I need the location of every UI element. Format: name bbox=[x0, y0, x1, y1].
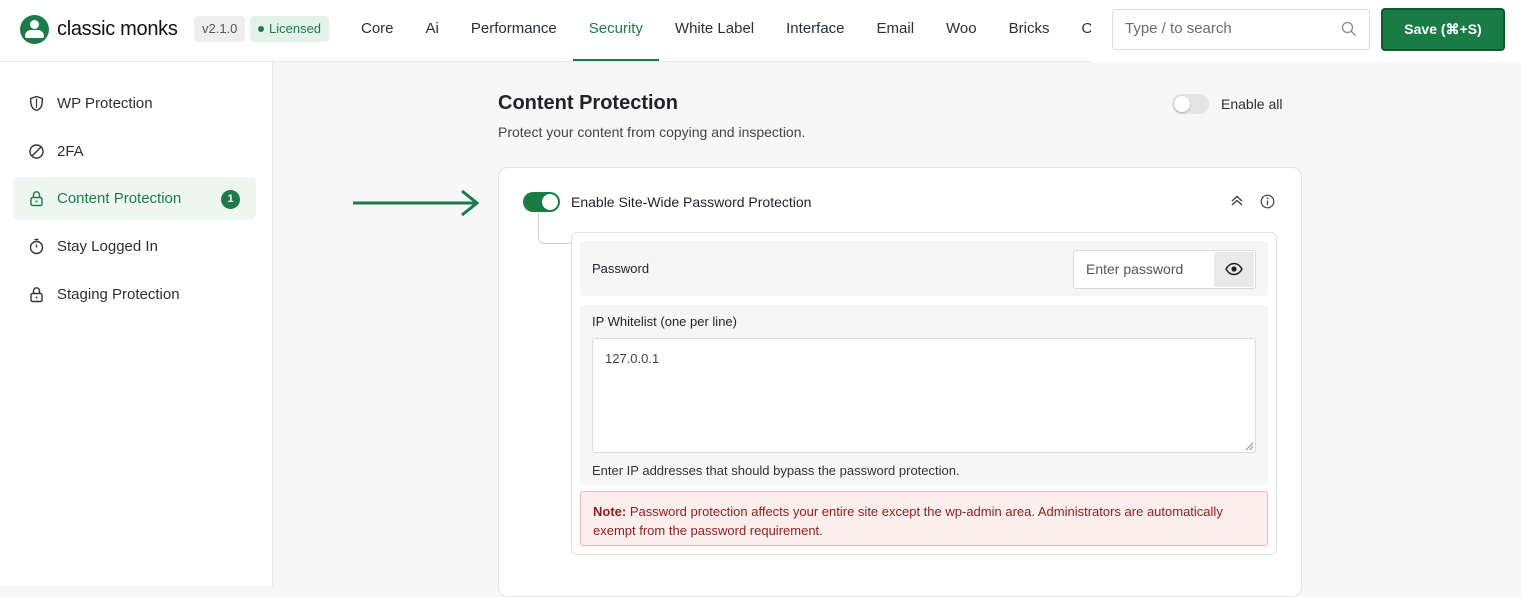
sidebar-item-wp-protection[interactable]: WP Protection bbox=[13, 82, 256, 125]
tab-ai[interactable]: Ai bbox=[410, 0, 455, 61]
lock-icon bbox=[30, 287, 43, 303]
note-text: Password protection affects your entire … bbox=[593, 504, 1223, 538]
sidebar-item-staging-protection[interactable]: Staging Protection bbox=[13, 273, 256, 316]
tab-interface[interactable]: Interface bbox=[770, 0, 860, 61]
sidebar-item-2fa[interactable]: 2FA bbox=[13, 130, 256, 173]
note-prefix: Note: bbox=[593, 504, 627, 519]
sidebar-item-label: WP Protection bbox=[57, 95, 153, 112]
license-badge: Licensed bbox=[250, 16, 330, 42]
monk-logo-icon bbox=[20, 15, 49, 44]
page-title: Content Protection bbox=[498, 92, 678, 114]
lock-icon bbox=[30, 191, 43, 207]
status-dot-icon bbox=[258, 25, 264, 32]
warning-note: Note: Password protection affects your e… bbox=[580, 491, 1268, 546]
sidebar-item-label: Staging Protection bbox=[57, 286, 180, 303]
pointer-arrow-icon bbox=[353, 189, 480, 217]
enable-all-toggle[interactable] bbox=[1172, 94, 1209, 114]
info-icon[interactable] bbox=[1260, 194, 1275, 209]
sidebar-item-label: Content Protection bbox=[57, 190, 182, 207]
tab-security[interactable]: Security bbox=[572, 0, 659, 61]
password-label: Password bbox=[592, 261, 650, 276]
version-badge: v2.1.0 bbox=[194, 16, 246, 42]
slash-circle-icon bbox=[29, 144, 44, 159]
tab-bricks[interactable]: Bricks bbox=[993, 0, 1066, 61]
sidebar-item-label: Stay Logged In bbox=[57, 238, 158, 255]
page-subtitle: Protect your content from copying and in… bbox=[498, 124, 806, 140]
show-password-button[interactable] bbox=[1214, 252, 1254, 287]
stopwatch-icon bbox=[29, 238, 44, 255]
license-label: Licensed bbox=[269, 21, 322, 36]
shield-icon bbox=[29, 95, 44, 112]
search-box bbox=[1112, 9, 1370, 50]
top-header: classic monks v2.1.0 Licensed Core Ai Perf… bbox=[0, 0, 1521, 62]
chevron-up-icon[interactable] bbox=[1230, 194, 1244, 208]
ip-whitelist-help: Enter IP addresses that should bypass th… bbox=[592, 463, 960, 478]
tab-core[interactable]: Core bbox=[345, 0, 410, 61]
brand-logo[interactable]: classic monks bbox=[20, 15, 178, 44]
tab-email[interactable]: Email bbox=[861, 0, 931, 61]
ip-whitelist-textarea[interactable]: 127.0.0.1 bbox=[592, 338, 1256, 453]
site-password-label: Enable Site-Wide Password Protection bbox=[571, 194, 812, 210]
save-button[interactable]: Save (⌘+S) bbox=[1381, 8, 1505, 51]
site-password-toggle[interactable] bbox=[523, 192, 560, 212]
tab-optimization[interactable]: Optimization bbox=[1065, 0, 1091, 61]
ip-whitelist-label: IP Whitelist (one per line) bbox=[592, 314, 737, 329]
count-badge: 1 bbox=[221, 190, 240, 209]
eye-icon bbox=[1225, 262, 1243, 276]
brand-name: classic monks bbox=[57, 18, 178, 40]
resize-handle-icon[interactable] bbox=[1244, 441, 1254, 451]
enable-all-label: Enable all bbox=[1221, 96, 1283, 112]
search-icon[interactable] bbox=[1341, 21, 1357, 37]
password-field bbox=[1073, 250, 1256, 289]
search-input[interactable] bbox=[1125, 20, 1335, 37]
tab-woo[interactable]: Woo bbox=[930, 0, 993, 61]
tree-connector bbox=[538, 213, 572, 244]
enable-all-control[interactable]: Enable all bbox=[1172, 94, 1283, 114]
main-nav: Core Ai Performance Security White Label Inte… bbox=[345, 0, 1091, 62]
sidebar-item-stay-logged-in[interactable]: Stay Logged In bbox=[13, 225, 256, 268]
sidebar: WP Protection 2FA Content Protection 1 S… bbox=[0, 62, 273, 586]
password-input[interactable] bbox=[1086, 261, 1206, 277]
tab-white-label[interactable]: White Label bbox=[659, 0, 770, 61]
sidebar-item-label: 2FA bbox=[57, 143, 84, 160]
sidebar-item-content-protection[interactable]: Content Protection 1 bbox=[13, 177, 256, 220]
header-actions: Save (⌘+S) bbox=[1091, 0, 1521, 62]
tab-performance[interactable]: Performance bbox=[455, 0, 573, 61]
